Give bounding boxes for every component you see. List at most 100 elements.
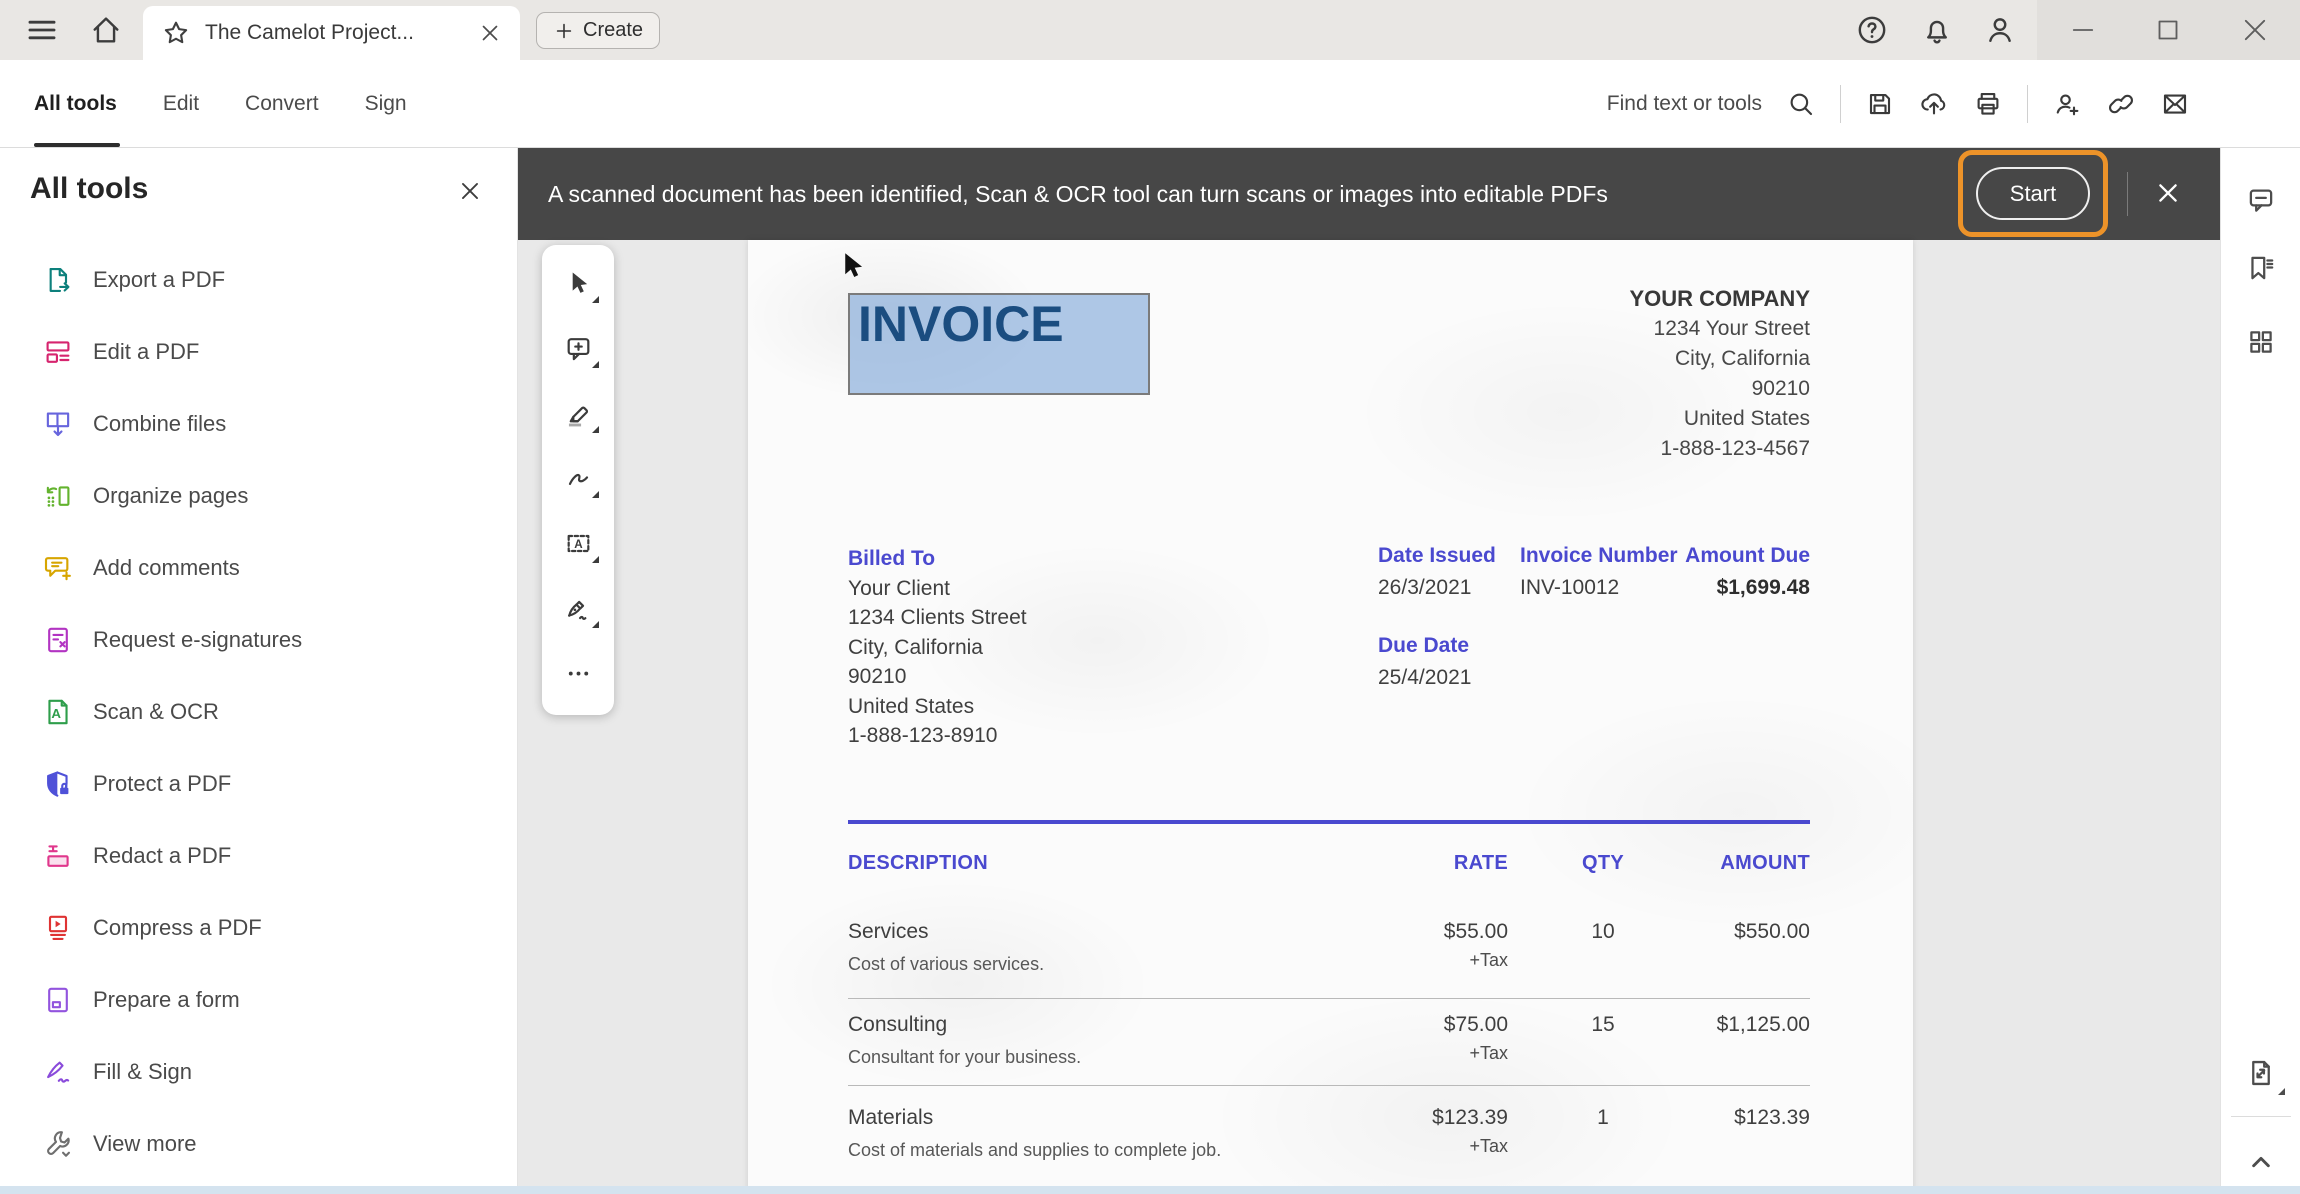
page-thumbnails-icon[interactable]	[2245, 326, 2277, 358]
tool-item-compress-pdf[interactable]: Compress a PDF	[0, 892, 516, 964]
fit-page-icon[interactable]	[2245, 1057, 2277, 1089]
find-text-label[interactable]: Find text or tools	[1607, 92, 1762, 116]
header-description: DESCRIPTION	[848, 852, 988, 875]
invoice-number-label: Invoice Number	[1520, 544, 1678, 568]
select-icon[interactable]	[542, 251, 614, 316]
tab-close-icon[interactable]	[478, 21, 502, 45]
document-area: A scanned document has been identified, …	[518, 148, 2220, 1194]
titlebar: The Camelot Project... Create	[0, 0, 2300, 60]
cloud-upload-icon[interactable]	[1919, 89, 1949, 119]
toolbar-divider	[1840, 85, 1841, 123]
active-tab-underline	[34, 143, 120, 147]
minimize-icon[interactable]	[2066, 13, 2100, 47]
window-close-icon[interactable]	[2238, 13, 2272, 47]
search-icon[interactable]	[1786, 89, 1816, 119]
sign-icon[interactable]	[542, 576, 614, 641]
comments-panel-icon[interactable]	[2245, 184, 2277, 216]
link-icon[interactable]	[2106, 89, 2136, 119]
tab-all-tools[interactable]: All tools	[34, 92, 117, 116]
tab-title: The Camelot Project...	[205, 21, 414, 45]
due-date-label: Due Date	[1378, 634, 1469, 658]
tab-convert[interactable]: Convert	[245, 92, 319, 116]
bookmarks-panel-icon[interactable]	[2245, 252, 2277, 284]
invoice-title: INVOICE	[858, 296, 1064, 352]
toolbar-actions: Find text or tools	[1607, 60, 2300, 147]
company-block: YOUR COMPANY 1234 Your Street City, Cali…	[1630, 284, 1811, 464]
header-rate: RATE	[1454, 852, 1508, 875]
help-icon[interactable]	[1855, 13, 1889, 47]
request-signature-icon[interactable]	[2052, 89, 2082, 119]
export-pdf-icon	[42, 264, 74, 296]
tab-sign[interactable]: Sign	[365, 92, 407, 116]
right-panel-rail	[2220, 148, 2300, 1194]
add-text-box-icon[interactable]	[542, 511, 614, 576]
panel-title: All tools	[30, 172, 148, 206]
protect-pdf-icon	[42, 768, 74, 800]
document-tab[interactable]: The Camelot Project...	[143, 6, 520, 60]
notifications-icon[interactable]	[1920, 13, 1954, 47]
maximize-icon[interactable]	[2151, 13, 2185, 47]
billed-to-block: Billed To Your Client 1234 Clients Stree…	[848, 544, 1027, 751]
tool-item-fill-sign[interactable]: Fill & Sign	[0, 1036, 516, 1108]
pdf-page[interactable]: INVOICE YOUR COMPANY 1234 Your Street Ci…	[748, 240, 1913, 1194]
collapse-icon[interactable]	[2245, 1146, 2277, 1178]
combine-files-icon	[42, 408, 74, 440]
banner-close-icon[interactable]	[2154, 179, 2182, 207]
date-issued-label: Date Issued	[1378, 544, 1496, 568]
account-icon[interactable]	[1983, 13, 2017, 47]
tool-item-prepare-form[interactable]: Prepare a form	[0, 964, 516, 1036]
email-icon[interactable]	[2160, 89, 2190, 119]
highlight-icon[interactable]	[542, 381, 614, 446]
print-icon[interactable]	[1973, 89, 2003, 119]
due-date-value: 25/4/2021	[1378, 666, 1471, 690]
row-divider	[848, 998, 1810, 999]
create-label: Create	[583, 19, 643, 42]
amount-due-value: $1,699.48	[1717, 576, 1810, 600]
date-issued-value: 26/3/2021	[1378, 576, 1471, 600]
quick-tools-toolbar	[542, 245, 614, 715]
start-button[interactable]: Start	[1976, 167, 2090, 220]
home-icon[interactable]	[89, 13, 123, 47]
tool-item-organize-pages[interactable]: Organize pages	[0, 460, 516, 532]
toolbar-divider	[2027, 85, 2028, 123]
panel-close-icon[interactable]	[457, 178, 483, 204]
tool-item-protect-pdf[interactable]: Protect a PDF	[0, 748, 516, 820]
main-toolbar: All tools Edit Convert Sign Find text or…	[0, 60, 2300, 148]
star-icon[interactable]	[161, 18, 191, 48]
rail-divider	[2231, 1116, 2291, 1117]
tool-item-request-esignatures[interactable]: Request e-signatures	[0, 604, 516, 676]
save-icon[interactable]	[1865, 89, 1895, 119]
menu-icon[interactable]	[25, 13, 59, 47]
tool-item-export-pdf[interactable]: Export a PDF	[0, 244, 516, 316]
organize-pages-icon	[42, 480, 74, 512]
scan-ocr-icon	[42, 696, 74, 728]
tool-item-view-more[interactable]: View more	[0, 1108, 516, 1180]
tool-item-scan-ocr[interactable]: Scan & OCR	[0, 676, 516, 748]
tool-item-add-comments[interactable]: Add comments	[0, 532, 516, 604]
company-name: YOUR COMPANY	[1630, 284, 1811, 314]
row-divider	[848, 1085, 1810, 1086]
invoice-title-selection[interactable]: INVOICE	[848, 293, 1150, 395]
draw-icon[interactable]	[542, 446, 614, 511]
header-qty: QTY	[1560, 852, 1646, 875]
tool-list: Export a PDF Edit a PDF Combine files Or…	[0, 244, 516, 1180]
tool-item-redact-pdf[interactable]: Redact a PDF	[0, 820, 516, 892]
amount-due-label: Amount Due	[1685, 544, 1810, 568]
invoice-number-value: INV-10012	[1520, 576, 1619, 600]
header-amount: AMOUNT	[1720, 852, 1810, 875]
toolbar-tabs: All tools Edit Convert Sign	[34, 60, 407, 147]
edit-pdf-icon	[42, 336, 74, 368]
create-button[interactable]: Create	[536, 12, 660, 49]
fill-sign-icon	[42, 1056, 74, 1088]
more-tools-icon[interactable]	[542, 641, 614, 706]
add-comment-icon[interactable]	[542, 316, 614, 381]
plus-icon	[553, 20, 575, 42]
tab-edit[interactable]: Edit	[163, 92, 199, 116]
tool-item-edit-pdf[interactable]: Edit a PDF	[0, 316, 516, 388]
banner-divider	[2127, 172, 2128, 216]
tool-item-combine-files[interactable]: Combine files	[0, 388, 516, 460]
request-esignatures-icon	[42, 624, 74, 656]
mouse-cursor	[834, 248, 870, 284]
add-comments-icon	[42, 552, 74, 584]
scan-ocr-banner: A scanned document has been identified, …	[518, 148, 2220, 240]
